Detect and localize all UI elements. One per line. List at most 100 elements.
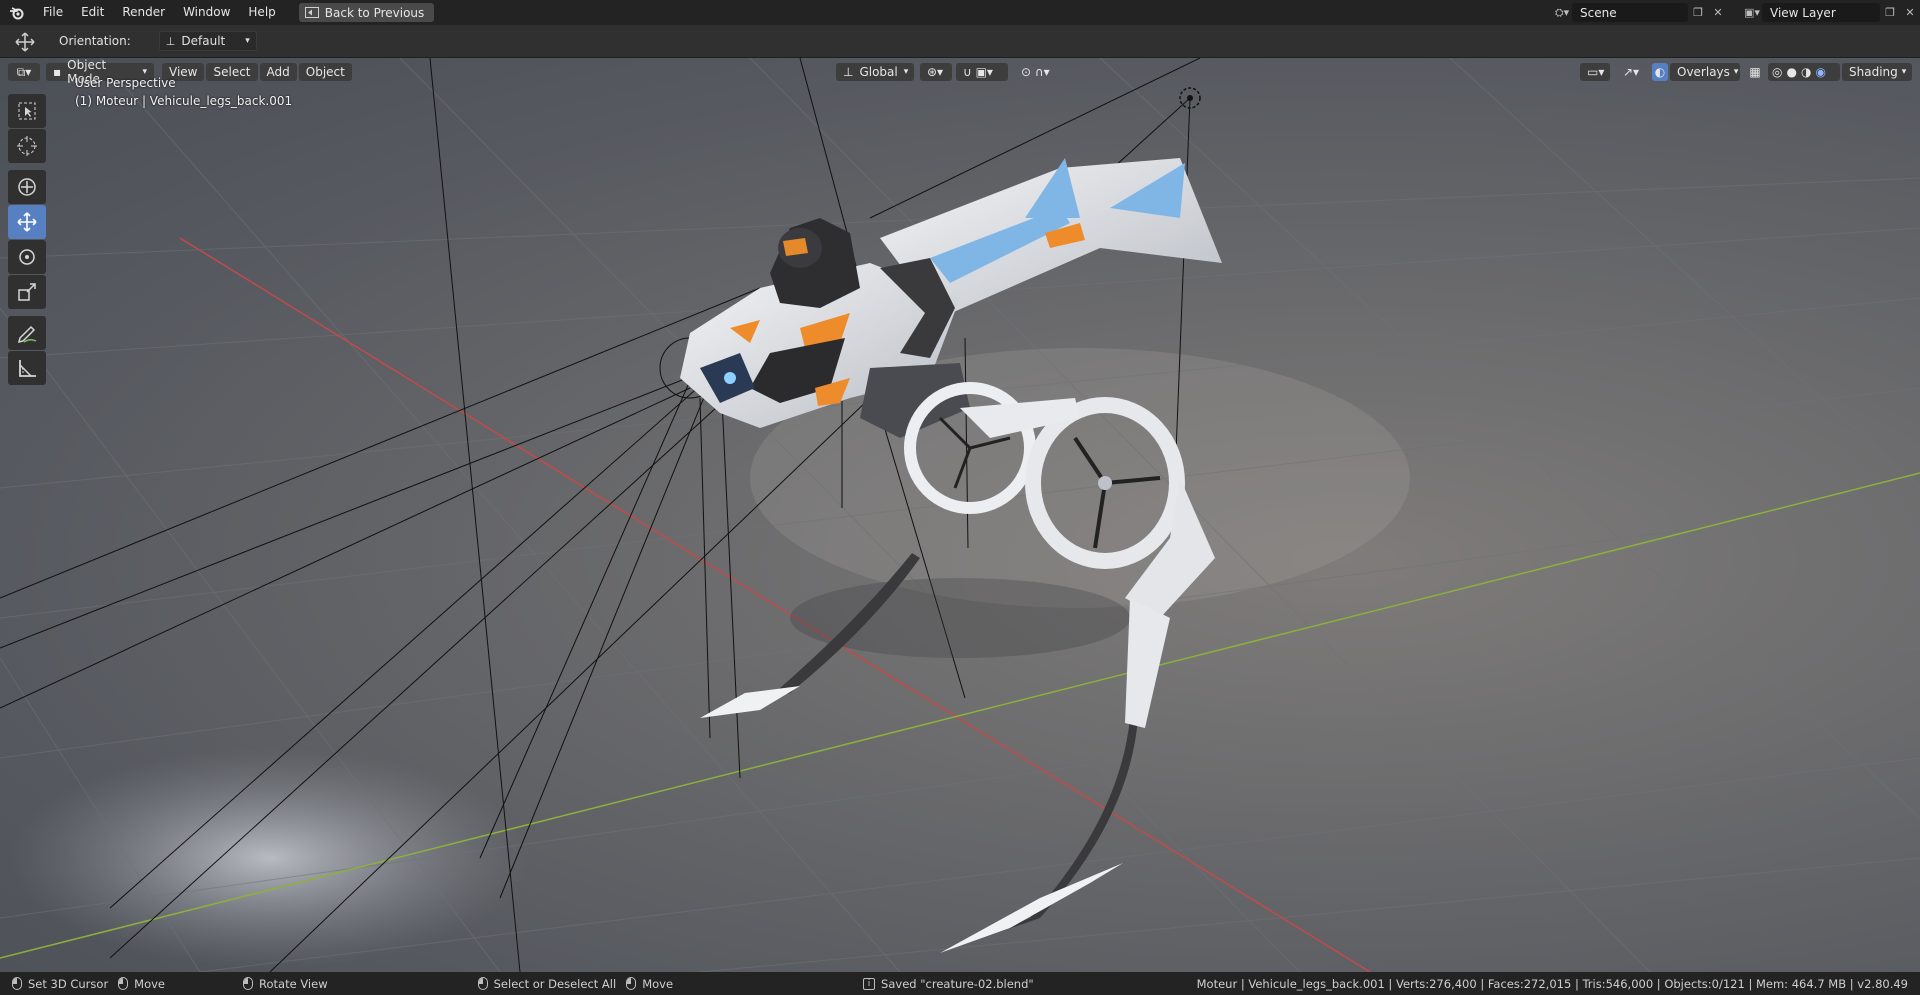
status-bar: Set 3D Cursor Move Rotate View Select or… [0,972,1920,995]
shading-label: Shading [1849,65,1898,79]
status-saved: i Saved "creature-02.blend" [863,977,1034,991]
shading-modes[interactable]: ◎ ● ◑ ◉ [1768,63,1840,81]
screen-back-icon [304,7,319,18]
3d-viewport-icon: ⧉▾ [16,64,32,79]
menu-add[interactable]: Add [259,63,297,81]
move-tool[interactable] [8,205,46,239]
menu-select[interactable]: Select [206,63,258,81]
overlays-toggle[interactable]: ◐ [1652,63,1668,81]
blender-logo-icon[interactable] [0,0,34,25]
status-move-2: Move [626,977,673,991]
topbar-right: ⛭▾ Scene ❐ ✕ ▣▾ View Layer ❐ ✕ [1552,0,1920,25]
material-shading-icon[interactable]: ◑ [1801,65,1811,79]
view-object-types-button[interactable]: ▭▾ [1580,63,1610,81]
editor-type-button[interactable]: ⧉▾ [8,63,40,81]
status-set-3d-cursor: Set 3D Cursor [12,977,108,991]
scene-field[interactable]: Scene [1572,3,1688,22]
pivot-icon: ⊛▾ [927,65,944,79]
menu-file[interactable]: File [34,0,72,25]
scene-name: Scene [1580,5,1617,20]
measure-tool[interactable] [8,351,46,385]
menu-render[interactable]: Render [113,0,174,25]
pencil-icon [17,325,37,344]
saved-message: Saved "creature-02.blend" [881,976,1034,991]
annotate-tool[interactable] [8,316,46,350]
mouse-right-icon [477,977,488,990]
solid-shading-icon[interactable]: ● [1786,65,1796,79]
menu-help[interactable]: Help [239,0,284,25]
scene-statistics: Moteur | Vehicule_legs_back.001 | Verts:… [1196,976,1908,991]
xray-icon: ▦ [1749,65,1761,79]
scale-icon [18,283,36,301]
xray-toggle[interactable]: ▦ [1746,63,1764,81]
gizmo-toggle-button[interactable]: ↗▾ [1616,63,1646,81]
3d-cursor-icon [17,136,37,156]
orientation-dropdown[interactable]: ⊥ Default ▾ [158,31,257,51]
object-mode-icon: ▪ [53,65,62,79]
chevron-down-icon: ▾ [1733,67,1739,77]
viewport-header: ⧉▾ ▪ Object Mode ▾ View Select Add Objec… [0,58,1920,86]
status-label: Set 3D Cursor [28,976,109,991]
ruler-icon [19,360,36,377]
chevron-down-icon: ▾ [903,67,909,77]
pivot-point-button[interactable]: ⊛▾ [920,63,952,81]
status-label: Move [134,976,166,991]
view-layer-browse-icon[interactable]: ▣▾ [1742,3,1762,22]
shading-dropdown[interactable]: Shading ▾ [1842,63,1912,81]
proportional-edit-icon: ⊙ ∩▾ [1021,65,1050,79]
toolbar [8,94,46,386]
top-menu-bar: File Edit Render Window Help Back to Pre… [0,0,1920,25]
back-to-previous-button[interactable]: Back to Previous [298,3,435,22]
scene-browse-icon[interactable]: ⛭▾ [1552,3,1572,22]
status-label: Move [642,976,674,991]
rendered-shading-icon[interactable]: ◉ [1815,65,1825,79]
menu-edit[interactable]: Edit [72,0,113,25]
scale-tool[interactable] [8,275,46,309]
chevron-down-icon: ▾ [245,36,250,46]
active-object-label: (1) Moteur | Vehicule_legs_back.001 [75,94,293,108]
overlays-label: Overlays [1677,65,1730,79]
cursor-tool[interactable] [8,129,46,163]
proportional-edit-button[interactable]: ⊙ ∩▾ [1014,63,1064,81]
chevron-down-icon: ▾ [1901,67,1907,77]
rotate-icon [19,249,35,265]
transform-orientation-dropdown[interactable]: ⊥ Global ▾ [836,63,914,81]
overlays-icon: ◐ [1654,65,1666,79]
back-to-previous-label: Back to Previous [324,5,425,20]
status-rotate-view: Rotate View [243,977,328,991]
transform-icon [18,178,36,196]
menu-object[interactable]: Object [298,63,352,81]
select-box-tool[interactable] [8,94,46,128]
snap-button[interactable]: ∪ ▣▾ [956,63,1008,81]
object-types-icon: ▭▾ [1587,65,1605,79]
tool-settings-header: Orientation: ⊥ Default ▾ [0,25,1920,58]
mouse-drag-icon [118,977,129,990]
gizmo-icon: ↗▾ [1623,65,1640,79]
info-icon: i [863,977,876,990]
rotate-tool[interactable] [8,240,46,274]
menu-window[interactable]: Window [174,0,239,25]
mouse-drag-icon [626,977,637,990]
mouse-middle-icon [243,977,254,990]
move-icon [17,212,37,232]
status-select-deselect: Select or Deselect All [477,976,617,991]
view-layer-name: View Layer [1770,5,1836,20]
select-box-icon [18,102,36,120]
orientation-value: Default [181,34,226,48]
view-layer-remove-icon[interactable]: ✕ [1900,3,1920,22]
mouse-left-icon [12,977,22,990]
scene-new-icon[interactable]: ❐ [1688,3,1708,22]
view-layer-new-icon[interactable]: ❐ [1880,3,1900,22]
scene-remove-icon[interactable]: ✕ [1708,3,1728,22]
magnet-icon: ∪ ▣▾ [963,65,993,79]
status-label: Select or Deselect All [493,976,617,991]
orientation-axis-icon: ⊥ [165,34,176,48]
status-label: Rotate View [259,976,328,991]
3d-viewport[interactable]: ⧉▾ ▪ Object Mode ▾ View Select Add Objec… [0,58,1920,972]
view-perspective-label: User Perspective [75,76,176,90]
overlays-dropdown[interactable]: Overlays ▾ [1670,63,1740,81]
transform-orientation-label: Global [859,65,898,79]
view-layer-field[interactable]: View Layer [1762,3,1880,22]
wireframe-shading-icon[interactable]: ◎ [1772,65,1782,79]
transform-tool[interactable] [8,170,46,204]
